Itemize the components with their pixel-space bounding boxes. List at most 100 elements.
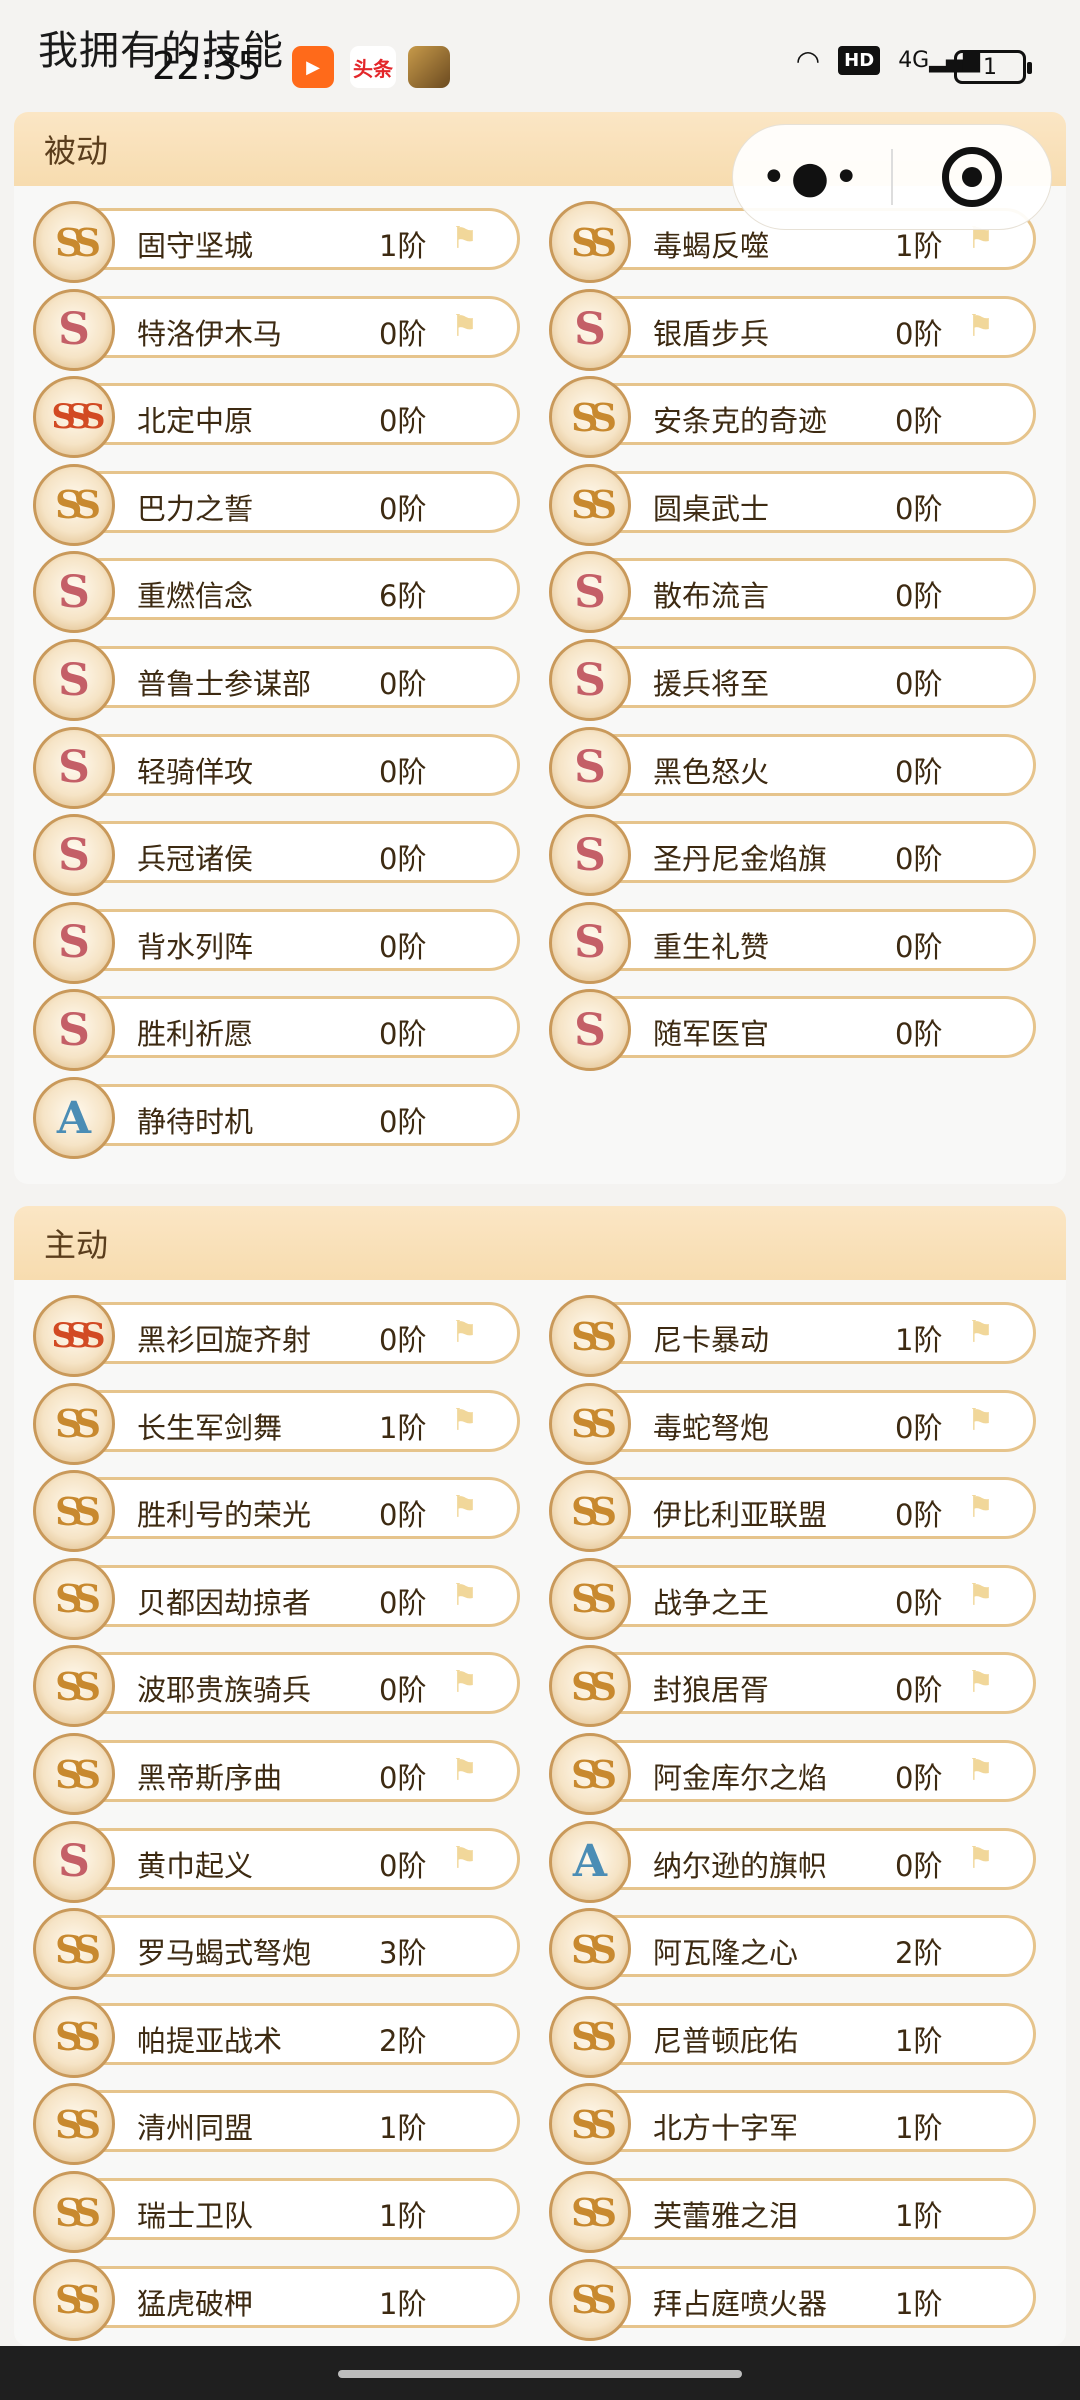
skill-card[interactable]: S 胜利祈愿 0阶 (33, 989, 520, 1072)
skill-level: 0阶 (895, 1761, 943, 1795)
skill-card[interactable]: SS 长生军剑舞 1阶 ⚑ (33, 1382, 520, 1465)
skill-card[interactable]: A 纳尔逊的旗帜 0阶 ⚑ (549, 1820, 1036, 1903)
flag-icon: ⚑ (451, 1490, 478, 1526)
skill-card[interactable]: S 轻骑佯攻 0阶 (33, 726, 520, 809)
skill-level: 1阶 (379, 229, 427, 263)
skill-card[interactable]: SS 尼卡暴动 1阶 ⚑ (549, 1295, 1036, 1377)
skill-card[interactable]: SS 贝都因劫掠者 0阶 ⚑ (33, 1557, 520, 1640)
skill-level: 1阶 (895, 2286, 943, 2321)
skill-name: 清州同盟 (137, 2111, 254, 2146)
skill-card[interactable]: SS 封狼居胥 0阶 ⚑ (549, 1645, 1036, 1728)
skill-card[interactable]: S 黄巾起义 0阶 ⚑ (33, 1820, 520, 1903)
rank-badge-icon: SS (549, 376, 631, 459)
rank-badge-icon: S (33, 551, 115, 634)
rank-badge-icon: S (33, 1820, 115, 1903)
skill-name: 拜占庭喷火器 (653, 2286, 828, 2321)
skill-card[interactable]: SS 北方十字军 1阶 (549, 2083, 1036, 2166)
skill-name: 散布流言 (653, 579, 770, 614)
skill-card[interactable]: S 圣丹尼金焰旗 0阶 (549, 814, 1036, 897)
skill-level: 0阶 (379, 1761, 427, 1795)
skill-name: 芙蕾雅之泪 (653, 2199, 799, 2233)
skill-level: 0阶 (895, 1410, 943, 1445)
skill-card[interactable]: SS 毒蛇弩炮 0阶 ⚑ (549, 1382, 1036, 1465)
skill-card[interactable]: SSS 北定中原 0阶 (33, 376, 520, 459)
clock: 22:35 (152, 44, 262, 88)
skill-name: 罗马蝎式弩炮 (137, 1936, 312, 1971)
skill-card[interactable]: SS 胜利号的荣光 0阶 ⚑ (33, 1470, 520, 1553)
skill-level: 0阶 (895, 929, 943, 964)
skill-card[interactable]: S 随军医官 0阶 (549, 989, 1036, 1072)
skill-name: 黑帝斯序曲 (137, 1761, 283, 1795)
skill-card[interactable]: SS 伊比利亚联盟 0阶 ⚑ (549, 1470, 1036, 1553)
skill-card[interactable]: S 散布流言 0阶 (549, 551, 1036, 634)
skill-level: 0阶 (895, 1673, 943, 1708)
home-indicator[interactable] (338, 2370, 742, 2378)
skill-level: 0阶 (379, 1017, 427, 1052)
kuaishou-icon: ▶ (292, 46, 334, 88)
target-icon (942, 147, 1002, 207)
skill-card[interactable]: S 黑色怒火 0阶 (549, 726, 1036, 809)
skill-card[interactable]: SS 固守坚城 1阶 ⚑ (33, 201, 520, 283)
skill-card[interactable]: S 银盾步兵 0阶 ⚑ (549, 288, 1036, 371)
skill-card[interactable]: S 重生礼赞 0阶 (549, 901, 1036, 984)
skill-card[interactable]: S 援兵将至 0阶 (549, 639, 1036, 721)
skill-level: 0阶 (379, 404, 427, 439)
skill-card[interactable]: S 特洛伊木马 0阶 ⚑ (33, 288, 520, 371)
skill-card[interactable]: SS 圆桌武士 0阶 (549, 463, 1036, 546)
rank-badge-icon: SS (33, 1470, 115, 1553)
skill-card[interactable]: SS 帕提亚战术 2阶 (33, 1995, 520, 2078)
skill-card[interactable]: SS 拜占庭喷火器 1阶 (549, 2258, 1036, 2341)
skill-level: 0阶 (895, 1848, 943, 1883)
rank-badge-icon: A (549, 1820, 631, 1903)
skill-card[interactable]: SS 黑帝斯序曲 0阶 ⚑ (33, 1733, 520, 1815)
skill-level: 0阶 (379, 754, 427, 789)
skill-card[interactable]: S 背水列阵 0阶 (33, 901, 520, 984)
skill-level: 0阶 (379, 1673, 427, 1708)
rank-badge-icon: SS (549, 2258, 631, 2341)
skill-name: 普鲁士参谋部 (137, 667, 312, 701)
skill-level: 0阶 (379, 1585, 427, 1620)
skill-level: 3阶 (379, 1936, 427, 1971)
close-miniprogram-button[interactable] (893, 147, 1051, 207)
rank-badge-icon: SS (33, 1645, 115, 1728)
rank-badge-icon: SS (549, 1557, 631, 1640)
more-options-button[interactable]: •●• (733, 152, 891, 203)
skill-card[interactable]: SSS 黑衫回旋齐射 0阶 ⚑ (33, 1295, 520, 1377)
skill-card[interactable]: SS 阿瓦隆之心 2阶 (549, 1908, 1036, 1991)
skill-card[interactable]: S 兵冠诸侯 0阶 (33, 814, 520, 897)
skill-card[interactable]: SS 罗马蝎式弩炮 3阶 (33, 1908, 520, 1991)
skill-level: 6阶 (379, 579, 427, 614)
skill-card[interactable]: S 普鲁士参谋部 0阶 (33, 639, 520, 721)
flag-icon: ⚑ (967, 1665, 994, 1701)
skill-name: 静待时机 (137, 1105, 254, 1139)
skill-level: 1阶 (895, 2023, 943, 2058)
skill-level: 2阶 (379, 2023, 427, 2058)
skill-card[interactable]: SS 巴力之誓 0阶 (33, 463, 520, 546)
skill-name: 兵冠诸侯 (137, 842, 254, 877)
flag-icon: ⚑ (967, 1490, 994, 1526)
skill-card[interactable]: SS 清州同盟 1阶 (33, 2083, 520, 2166)
skill-card[interactable]: SS 战争之王 0阶 ⚑ (549, 1557, 1036, 1640)
skill-card[interactable]: SS 芙蕾雅之泪 1阶 (549, 2171, 1036, 2253)
skill-card[interactable]: SS 瑞士卫队 1阶 (33, 2171, 520, 2253)
flag-icon: ⚑ (451, 1315, 478, 1350)
skill-name: 毒蝎反噬 (653, 229, 770, 263)
skill-name: 银盾步兵 (653, 316, 770, 351)
skill-name: 波耶贵族骑兵 (137, 1673, 312, 1708)
skill-level: 0阶 (379, 842, 427, 877)
skill-card[interactable]: SS 安条克的奇迹 0阶 (549, 376, 1036, 459)
skill-card[interactable]: SS 猛虎破柙 1阶 (33, 2258, 520, 2341)
miniprogram-capsule: •●• (732, 124, 1052, 230)
skill-card[interactable]: S 重燃信念 6阶 (33, 551, 520, 634)
skill-name: 轻骑佯攻 (137, 754, 254, 789)
skill-card[interactable]: A 静待时机 0阶 (33, 1077, 520, 1159)
rank-badge-icon: S (549, 639, 631, 721)
skill-card[interactable]: SS 波耶贵族骑兵 0阶 ⚑ (33, 1645, 520, 1728)
skill-name: 随军医官 (653, 1017, 770, 1052)
rank-badge-icon: SS (549, 1908, 631, 1991)
rank-badge-icon: SS (33, 1908, 115, 1991)
skill-card[interactable]: SS 阿金库尔之焰 0阶 ⚑ (549, 1733, 1036, 1815)
skill-name: 尼普顿庇佑 (653, 2023, 799, 2058)
skill-name: 黑色怒火 (653, 754, 770, 789)
skill-card[interactable]: SS 尼普顿庇佑 1阶 (549, 1995, 1036, 2078)
